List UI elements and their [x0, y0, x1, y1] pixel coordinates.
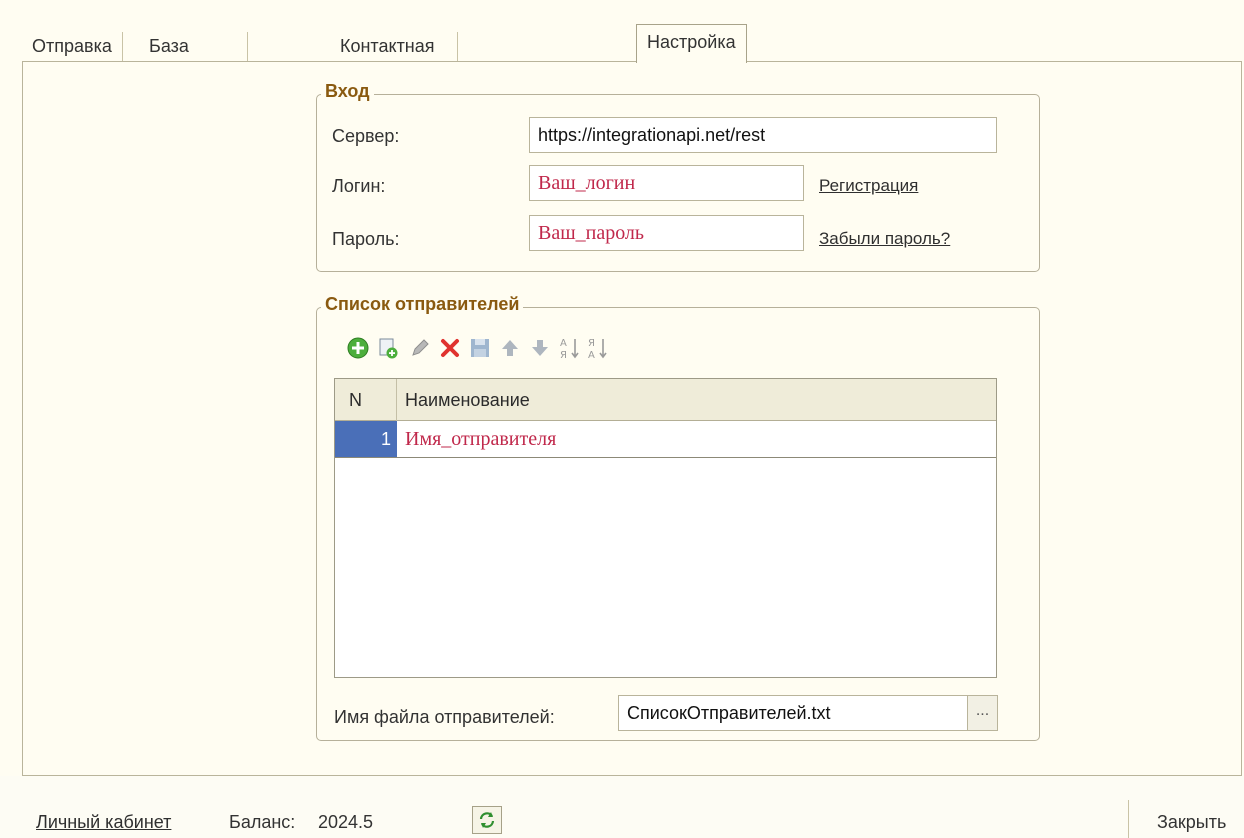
- password-input[interactable]: Ваш_пароль: [529, 215, 804, 251]
- save-button[interactable]: [466, 334, 494, 362]
- browse-button[interactable]: ...: [967, 695, 998, 731]
- svg-text:Я: Я: [560, 350, 567, 361]
- move-up-icon: [502, 340, 518, 356]
- table-row[interactable]: 1 Имя_отправителя: [335, 421, 996, 458]
- column-header-name[interactable]: Наименование: [397, 379, 530, 421]
- forgot-password-link[interactable]: Забыли пароль?: [819, 229, 950, 249]
- file-name-input[interactable]: СписокОтправителей.txt: [618, 695, 968, 731]
- svg-text:А: А: [560, 338, 567, 349]
- svg-text:Я: Я: [588, 338, 595, 349]
- delete-icon: [441, 339, 459, 357]
- add-icon: [347, 337, 369, 359]
- sort-descending-button[interactable]: ЯА: [584, 334, 612, 362]
- move-down-icon: [532, 340, 548, 356]
- sort-ascending-button[interactable]: АЯ: [556, 334, 584, 362]
- tab-send[interactable]: Отправка: [22, 32, 123, 62]
- balance-label: Баланс:: [229, 812, 296, 832]
- refresh-button[interactable]: [472, 806, 502, 834]
- senders-group-title: Список отправителей: [321, 294, 524, 315]
- login-group-title: Вход: [321, 81, 374, 102]
- copy-icon: [379, 338, 398, 359]
- tab-settings[interactable]: Настройка: [636, 24, 747, 63]
- add-button[interactable]: [344, 334, 372, 362]
- sort-desc-icon: ЯА: [588, 338, 607, 361]
- edit-icon: [412, 339, 429, 356]
- account-link[interactable]: Личный кабинет: [36, 812, 171, 833]
- senders-table[interactable]: N Наименование 1 Имя_отправителя: [334, 378, 997, 678]
- refresh-icon: [479, 812, 495, 828]
- tab-subscribers[interactable]: База абонентов: [139, 32, 248, 84]
- login-label: Логин:: [332, 176, 386, 196]
- move-down-button[interactable]: [526, 334, 554, 362]
- column-header-n[interactable]: N: [335, 379, 397, 421]
- delete-button[interactable]: [436, 334, 464, 362]
- balance-value: 2024.5: [318, 812, 374, 832]
- status-separator: [1128, 800, 1129, 838]
- edit-button[interactable]: [406, 334, 434, 362]
- password-label: Пароль:: [332, 229, 400, 249]
- login-input[interactable]: Ваш_логин: [529, 165, 804, 201]
- status-bar: [0, 776, 1244, 838]
- tab-contact-info[interactable]: Контактная информация: [330, 32, 459, 84]
- register-link[interactable]: Регистрация: [819, 176, 918, 196]
- server-label: Сервер:: [332, 126, 400, 146]
- row-name-cell[interactable]: Имя_отправителя: [405, 421, 556, 457]
- close-button[interactable]: Закрыть: [1157, 812, 1226, 833]
- copy-button[interactable]: [374, 334, 402, 362]
- file-name-label: Имя файла отправителей:: [334, 707, 555, 727]
- table-header: N Наименование: [335, 379, 996, 421]
- server-input[interactable]: https://integrationapi.net/rest: [529, 117, 997, 153]
- row-number-cell[interactable]: 1: [335, 421, 397, 457]
- save-icon: [471, 339, 489, 357]
- move-up-button[interactable]: [496, 334, 524, 362]
- senders-toolbar: АЯ ЯА: [344, 334, 744, 364]
- sort-asc-icon: АЯ: [560, 338, 579, 361]
- svg-text:А: А: [588, 350, 595, 361]
